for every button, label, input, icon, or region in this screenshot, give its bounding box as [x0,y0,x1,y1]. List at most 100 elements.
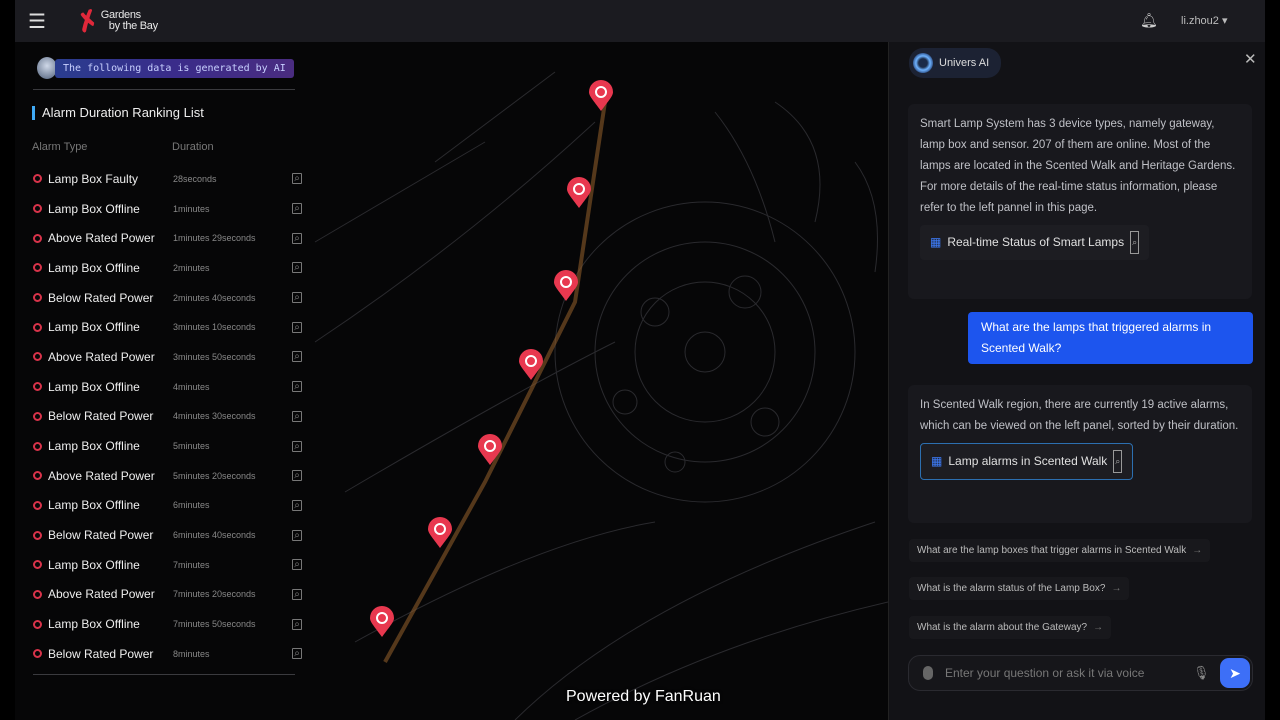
ranking-row[interactable]: Lamp Box Offline 7minutes 50seconds ⌕ [32,609,302,639]
alarm-type: Lamp Box Offline [48,617,140,632]
ranking-row[interactable]: Lamp Box Offline 5minutes ⌕ [32,431,302,461]
bell-icon[interactable]: 🔔︎ [1140,12,1158,29]
ranking-row[interactable]: Lamp Box Offline 4minutes ⌕ [32,372,302,402]
locate-icon[interactable]: ⌕ [292,470,302,482]
ai-generated-banner: . The following data is generated by AI [37,57,294,79]
locate-icon[interactable]: ⌕ [292,499,302,511]
alarm-duration: 7minutes 50seconds [173,619,256,630]
alarm-pin-icon[interactable] [553,270,579,302]
brand-line2: by the Bay [108,20,158,32]
attachment-icon[interactable] [923,666,933,680]
locate-icon[interactable]: ⌕ [1113,450,1123,473]
ranking-row[interactable]: Lamp Box Offline 2minutes ⌕ [32,253,302,283]
locate-icon[interactable]: ⌕ [1130,231,1140,254]
ranking-row[interactable]: Below Rated Power 4minutes 30seconds ⌕ [32,402,302,432]
ranking-row[interactable]: Above Rated Power 1minutes 29seconds ⌕ [32,223,302,253]
univers-ai-logo-icon [913,53,933,73]
alarm-type: Lamp Box Offline [48,260,140,275]
ai-chat-panel: Univers AI ✕ Smart Lamp System has 3 dev… [888,42,1265,720]
suggestion-1[interactable]: What are the lamp boxes that trigger ala… [909,539,1211,562]
chat-input-box: 🎙︎ ➤ [908,655,1253,691]
alarm-dot-icon [33,382,42,392]
alarm-pin-icon[interactable] [518,349,544,381]
alarm-duration: 1minutes [173,203,210,214]
divider [33,674,295,675]
alarm-duration: 1minutes 29seconds [173,233,256,244]
locate-icon[interactable]: ⌕ [292,173,302,185]
locate-icon[interactable]: ⌕ [292,588,302,600]
locate-icon[interactable]: ⌕ [292,618,302,630]
brand-logo[interactable]: ✗ Gardens by the Bay [72,3,158,39]
chat-input[interactable] [945,666,1185,680]
grid-icon: ▦ [930,235,942,249]
ai-message-text: In Scented Walk region, there are curren… [920,399,1239,432]
ranking-row[interactable]: Below Rated Power 8minutes ⌕ [32,639,302,669]
card-label: Lamp alarms in Scented Walk [948,454,1108,468]
alarm-dot-icon [33,174,42,184]
alarm-type: Lamp Box Offline [48,557,140,572]
alarm-dot-icon [33,649,42,659]
lamp-alarms-card[interactable]: ▦ Lamp alarms in Scented Walk ⌕ [920,443,1134,480]
ranking-row[interactable]: Lamp Box Offline 1minutes ⌕ [32,194,302,224]
logo-mark-icon: ✗ [72,2,104,39]
ranking-row[interactable]: Above Rated Power 7minutes 20seconds ⌕ [32,580,302,610]
locate-icon[interactable]: ⌕ [292,410,302,422]
locate-icon[interactable]: ⌕ [292,351,302,363]
locate-icon[interactable]: ⌕ [292,203,302,215]
close-icon[interactable]: ✕ [1244,50,1257,68]
top-bar: ☰ ✗ Gardens by the Bay 🔔︎ li.zhou2 ▾ [15,0,1265,42]
alarm-type: Lamp Box Faulty [48,171,139,186]
locate-icon[interactable]: ⌕ [292,381,302,393]
locate-icon[interactable]: ⌕ [292,232,302,244]
col-alarm-type: Alarm Type [32,141,88,153]
microphone-icon[interactable]: 🎙︎ [1193,665,1210,681]
alarm-duration: 4minutes [173,381,210,392]
ranking-row[interactable]: Below Rated Power 2minutes 40seconds ⌕ [32,283,302,313]
real-time-status-card[interactable]: ▦ Real-time Status of Smart Lamps ⌕ [920,225,1150,260]
ranking-row[interactable]: Above Rated Power 3minutes 50seconds ⌕ [32,342,302,372]
alarm-dot-icon [33,530,42,540]
ranking-row[interactable]: Lamp Box Offline 7minutes ⌕ [32,550,302,580]
locate-icon[interactable]: ⌕ [292,648,302,660]
suggestion-3[interactable]: What is the alarm about the Gateway? → [909,616,1112,639]
alarm-pin-icon[interactable] [477,434,503,466]
ranking-row[interactable]: Lamp Box Offline 6minutes ⌕ [32,491,302,521]
locate-icon[interactable]: ⌕ [292,321,302,333]
ranking-row[interactable]: Above Rated Power 5minutes 20seconds ⌕ [32,461,302,491]
robot-icon: . [37,57,57,79]
alarm-dot-icon [33,500,42,510]
suggestion-text: What is the alarm status of the Lamp Box… [917,583,1106,594]
locate-icon[interactable]: ⌕ [292,559,302,571]
alarm-dot-icon [33,263,42,273]
locate-icon[interactable]: ⌕ [292,292,302,304]
alarm-dot-icon [33,441,42,451]
ranking-row[interactable]: Below Rated Power 6minutes 40seconds ⌕ [32,520,302,550]
ranking-row[interactable]: Lamp Box Faulty 28seconds ⌕ [32,164,302,194]
alarm-pin-icon[interactable] [566,177,592,209]
ranking-row[interactable]: Lamp Box Offline 3minutes 10seconds ⌕ [32,312,302,342]
alarm-pin-icon[interactable] [369,606,395,638]
alarm-type: Below Rated Power [48,646,154,661]
alarm-duration: 4minutes 30seconds [173,411,256,422]
alarm-ranking-panel: . The following data is generated by AI … [15,42,302,682]
arrow-right-icon: → [1111,583,1122,594]
grid-icon: ▦ [931,454,943,468]
hamburger-menu-icon[interactable]: ☰ [17,9,57,34]
locate-icon[interactable]: ⌕ [292,529,302,541]
alarm-duration: 8minutes [173,648,210,659]
locate-icon[interactable]: ⌕ [292,262,302,274]
user-menu[interactable]: li.zhou2 ▾ [1181,14,1228,27]
locate-icon[interactable]: ⌕ [292,440,302,452]
alarm-type: Above Rated Power [48,587,155,602]
alarm-pin-icon[interactable] [588,80,614,112]
alarm-dot-icon [33,322,42,332]
alarm-pin-icon[interactable] [427,517,453,549]
ai-message: In Scented Walk region, there are curren… [908,385,1252,523]
alarm-duration: 3minutes 10seconds [173,322,256,333]
suggestion-2[interactable]: What is the alarm status of the Lamp Box… [909,577,1130,600]
panel-title-text: Alarm Duration Ranking List [42,105,204,120]
alarm-type: Lamp Box Offline [48,439,140,454]
send-button[interactable]: ➤ [1220,658,1250,688]
panel-title: Alarm Duration Ranking List [32,105,204,120]
alarm-duration: 5minutes 20seconds [173,470,256,481]
